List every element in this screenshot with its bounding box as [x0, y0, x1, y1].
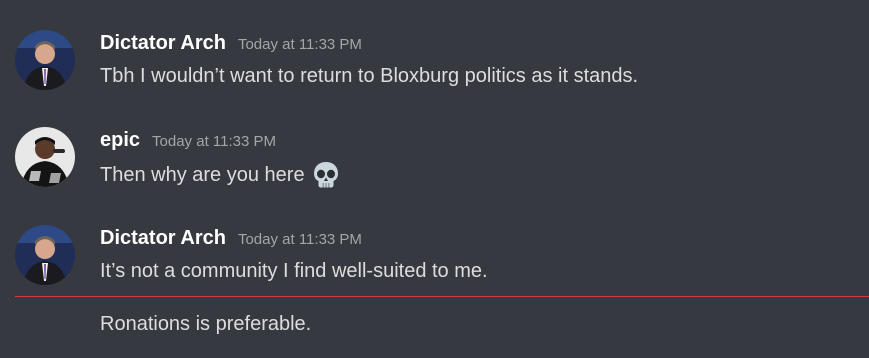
message-content: It’s not a community I find well-suited …	[100, 260, 488, 283]
message-text: Ronations is preferable.	[100, 313, 312, 335]
skull-emoji[interactable]	[311, 160, 341, 190]
avatar[interactable]	[15, 225, 75, 285]
message-header: Dictator Arch Today at 11:33 PM	[100, 32, 362, 55]
message-text: Tbh I wouldn’t want to return to Bloxbur…	[100, 65, 639, 87]
message-header: epic Today at 11:33 PM	[100, 129, 276, 152]
message-content: Then why are you here	[100, 160, 341, 190]
chat-messages: Dictator Arch Today at 11:33 PM Tbh I wo…	[0, 0, 869, 358]
avatar[interactable]	[15, 127, 75, 187]
avatar-image	[15, 30, 75, 90]
new-messages-divider	[15, 296, 869, 297]
author-name[interactable]: epic	[100, 129, 140, 152]
author-name[interactable]: Dictator Arch	[100, 32, 226, 55]
message-text: It’s not a community I find well-suited …	[100, 260, 488, 282]
message-header: Dictator Arch Today at 11:33 PM	[100, 227, 362, 250]
message-content: Ronations is preferable.	[100, 313, 311, 336]
message-timestamp[interactable]: Today at 11:33 PM	[238, 36, 362, 53]
author-name[interactable]: Dictator Arch	[100, 227, 226, 250]
avatar[interactable]	[15, 30, 75, 90]
avatar-image	[15, 127, 75, 187]
avatar-image	[15, 225, 75, 285]
message-content: Tbh I wouldn’t want to return to Bloxbur…	[100, 65, 638, 88]
message-timestamp[interactable]: Today at 11:33 PM	[152, 133, 276, 150]
message-timestamp[interactable]: Today at 11:33 PM	[238, 231, 362, 248]
message-text: Then why are you here	[100, 163, 305, 186]
